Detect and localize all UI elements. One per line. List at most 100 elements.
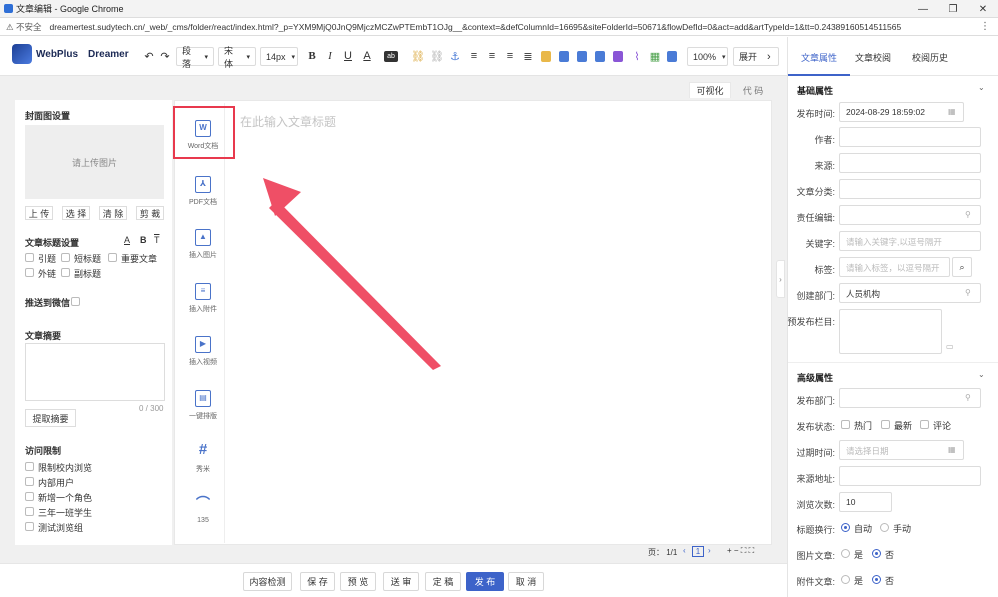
folder-icon[interactable]: ▭ [946, 342, 954, 351]
undo-icon[interactable]: ↶ [142, 49, 156, 63]
font-color-icon[interactable]: A [360, 49, 374, 63]
size-select[interactable]: 14px ▾ [260, 47, 298, 66]
checkbox-internal-users[interactable] [25, 477, 34, 486]
save-button[interactable]: 保 存 [300, 572, 335, 591]
publish-time-input[interactable]: 2024-08-29 18:59:02 [839, 102, 964, 122]
crop-button[interactable]: 剪 裁 [136, 206, 164, 220]
tab-article-review[interactable]: 文章校阅 [855, 51, 891, 64]
calendar-icon[interactable]: ▦ [948, 445, 956, 454]
title-color-icon[interactable]: A [124, 235, 130, 245]
tab-visual[interactable]: 可视化 [689, 82, 731, 98]
checkbox-push-wechat[interactable] [71, 297, 80, 306]
checkbox-class-students[interactable] [25, 507, 34, 516]
close-button[interactable]: ✕ [968, 0, 998, 18]
checkbox-test-group[interactable] [25, 522, 34, 531]
135-tool[interactable]: ⌒ 135 [181, 496, 225, 524]
dept-input[interactable]: 人员机构 [839, 283, 981, 303]
responsible-editor-input[interactable] [839, 205, 981, 225]
insert-image-tool[interactable]: ▲ 插入图片 [181, 229, 225, 260]
radio-image-yes[interactable] [841, 549, 850, 558]
dept-picker-icon[interactable]: ⚲ [965, 288, 971, 297]
link-icon[interactable]: ⛓ [411, 49, 425, 63]
tab-article-properties[interactable]: 文章属性 [801, 51, 837, 64]
publish-button[interactable]: 发 布 [466, 572, 504, 591]
maximize-button[interactable]: ❐ [938, 0, 968, 18]
submit-review-button[interactable]: 送 审 [383, 572, 419, 591]
table-icon[interactable]: ▦ [648, 49, 662, 63]
url-text[interactable]: dreamertest.sudytech.cn/_web/_cms/folder… [49, 22, 901, 32]
prev-page-icon[interactable]: ‹ [683, 546, 686, 555]
checkbox-yinti[interactable] [25, 253, 34, 262]
font-select[interactable]: 宋体 ▾ [218, 46, 256, 69]
address-bar[interactable]: ⚠ 不安全 dreamertest.sudytech.cn/_web/_cms/… [0, 18, 998, 36]
page-number[interactable]: 1 [692, 546, 704, 557]
radio-wrap-auto[interactable] [841, 523, 850, 532]
align-right-icon[interactable]: ≡ [503, 49, 517, 63]
paragraph-select[interactable]: 段落 ▾ [176, 46, 214, 69]
template-icon[interactable] [667, 51, 677, 62]
finalize-button[interactable]: 定 稿 [425, 572, 461, 591]
underline-icon[interactable]: U [341, 49, 355, 63]
source-input[interactable] [839, 153, 981, 173]
auto-layout-tool[interactable]: ▤ 一键排版 [181, 390, 225, 421]
calendar-icon[interactable]: ▦ [948, 107, 956, 116]
keywords-input[interactable]: 请输入关键字,以逗号隔开 [839, 231, 981, 251]
checkbox-latest[interactable] [881, 420, 890, 429]
summary-textarea[interactable] [25, 343, 165, 401]
title-bold-icon[interactable]: B [140, 235, 147, 245]
checkbox-comment[interactable] [920, 420, 929, 429]
upload-button[interactable]: 上 传 [25, 206, 53, 220]
title-input[interactable]: 在此输入文章标题 [240, 113, 336, 130]
dept-picker-icon[interactable]: ⚲ [965, 393, 971, 402]
tags-input[interactable]: 请输入标签，以逗号隔开 [839, 257, 950, 277]
align-center-icon[interactable]: ≡ [485, 49, 499, 63]
cover-upload-area[interactable]: 请上传图片 [25, 125, 164, 199]
italic-icon[interactable]: I [323, 49, 337, 63]
bold-icon[interactable]: B [305, 49, 319, 63]
select-button[interactable]: 选 择 [62, 206, 90, 220]
insert-emoticon-icon[interactable] [541, 51, 551, 62]
next-page-icon[interactable]: › [708, 546, 711, 555]
checkbox-short-title[interactable] [61, 253, 70, 262]
category-input[interactable] [839, 179, 981, 199]
insert-video-icon[interactable] [613, 51, 623, 62]
zoom-controls[interactable]: + − ⛶ ⛶ [727, 546, 754, 556]
chevron-down-icon[interactable]: ⌄ [978, 83, 985, 92]
expand-button[interactable]: 展开 › [733, 47, 779, 66]
radio-image-no[interactable] [872, 549, 881, 558]
align-left-icon[interactable]: ≡ [467, 49, 481, 63]
checkbox-campus-only[interactable] [25, 462, 34, 471]
tag-search-icon[interactable]: ⌕ [952, 257, 972, 277]
views-input[interactable]: 10 [839, 492, 892, 512]
insert-video-tool[interactable]: ▶ 插入视频 [181, 336, 225, 367]
insert-image-icon[interactable] [559, 51, 569, 62]
tab-code[interactable]: 代 码 [733, 82, 773, 98]
radio-wrap-manual[interactable] [880, 523, 889, 532]
clear-button[interactable]: 清 除 [99, 206, 127, 220]
align-justify-icon[interactable]: ≣ [521, 49, 535, 63]
radio-attachment-yes[interactable] [841, 575, 850, 584]
checkbox-external-link[interactable] [25, 268, 34, 277]
zoom-select[interactable]: 100% ▾ [687, 47, 728, 66]
radio-attachment-no[interactable] [872, 575, 881, 584]
pdf-doc-tool[interactable]: ⅄ PDF文档 [181, 176, 225, 207]
tab-review-history[interactable]: 校阅历史 [912, 51, 948, 64]
unlink-icon[interactable]: ⛓ [430, 49, 444, 63]
title-style-icon[interactable]: T [154, 235, 160, 245]
cancel-button[interactable]: 取 消 [508, 572, 544, 591]
content-check-button[interactable]: 内容检测 [243, 572, 292, 591]
checkbox-new-role[interactable] [25, 492, 34, 501]
anchor-icon[interactable]: ⚓ [448, 49, 462, 63]
pre-column-input[interactable] [839, 309, 942, 354]
checkbox-subtitle[interactable] [61, 268, 70, 277]
xiumi-tool[interactable]: # 秀米 [181, 442, 225, 474]
insecure-indicator[interactable]: ⚠ 不安全 [6, 21, 41, 33]
expire-time-input[interactable]: 请选择日期 [839, 440, 964, 460]
background-color-icon[interactable]: ab [384, 51, 398, 62]
attachment-icon[interactable]: ⌇ [630, 49, 644, 63]
minimize-button[interactable]: — [908, 0, 938, 18]
user-icon[interactable]: ⚲ [965, 210, 971, 219]
preview-button[interactable]: 预 览 [340, 572, 376, 591]
source-url-input[interactable] [839, 466, 981, 486]
redo-icon[interactable]: ↷ [158, 49, 172, 63]
